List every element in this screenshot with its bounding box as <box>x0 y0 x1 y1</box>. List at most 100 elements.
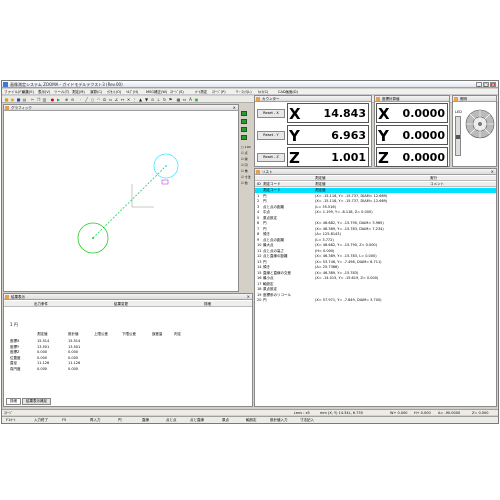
copy-icon[interactable]: ❐ <box>36 97 41 102</box>
graphic-close-icon[interactable]: × <box>233 105 236 110</box>
list-item[interactable]: 11 点と点の高さ (H= 0.000) <box>255 249 496 254</box>
menu-lock[interactable]: Y・ﾛｯｸ(L) <box>236 90 252 95</box>
list-item[interactable]: 15 直線と直線の交差 (X= 46.389, Y= -15.783) <box>255 271 496 276</box>
results-close-icon[interactable]: × <box>247 294 250 299</box>
fkey-6[interactable]: 直線 <box>142 418 149 423</box>
layer-button-2[interactable] <box>241 119 247 124</box>
fkey-10[interactable]: 軸設定 <box>246 418 257 423</box>
list-item[interactable]: 5 原点設定 <box>255 216 496 221</box>
side-label-line[interactable]: ☑ 線 <box>241 157 248 161</box>
text-icon[interactable]: A <box>188 97 193 102</box>
menu-edit[interactable]: 編集(E) <box>22 90 34 95</box>
arc-icon[interactable]: ◠ <box>96 97 101 102</box>
axis-icon[interactable]: ⊥ <box>156 97 161 102</box>
list-item[interactable]: 12 点と直線の距離 (X= 46.389, Y= -15.783, L= 0.00… <box>255 254 496 259</box>
list-item[interactable]: 6 円 (X= 46.682, Y= -15.790, DIAM= 3.965) <box>255 221 496 226</box>
grid-icon[interactable]: ▦ <box>176 97 181 102</box>
list-item[interactable]: 10 最大点 (X= 46.682, Y= -15.790, Z= 0.000) <box>255 243 496 248</box>
fkey-9[interactable]: 原点 <box>222 418 229 423</box>
tab-result-extra[interactable]: 結果表示補足 <box>22 398 51 405</box>
new-icon[interactable]: ■ <box>4 97 9 102</box>
menu-msg[interactable]: MSG補正(W) <box>146 90 167 95</box>
fkey-2[interactable]: 入力終了 <box>34 418 48 423</box>
list-item[interactable]: 1 円 (X= -15.116, Y= -15.737, DIAM= 12.669) <box>255 194 496 199</box>
reset-x-button[interactable]: Reset - X <box>257 109 285 118</box>
side-label-circle[interactable]: ☑ 円 <box>241 163 248 167</box>
graphic-canvas[interactable] <box>4 111 238 291</box>
list-close-icon[interactable]: × <box>491 169 494 174</box>
list-item[interactable]: 18 原点設定 <box>255 287 496 292</box>
fkey-5[interactable]: 円 <box>118 418 122 423</box>
fkey-7[interactable]: 点と点 <box>166 418 177 423</box>
list-item[interactable]: 4 中点 (X= 1.199, Y= -8.118, Z= 0.000) <box>255 210 496 215</box>
layer-button-4[interactable] <box>241 135 247 140</box>
fkey-4[interactable]: 再入力 <box>90 418 101 423</box>
max-icon[interactable]: ▲ <box>138 97 143 102</box>
zoom-in-icon[interactable]: ⊕ <box>64 97 69 102</box>
reset-z-button[interactable]: Reset - Z <box>257 153 285 162</box>
title-bar[interactable]: 画像測定システム ZOOMA - ガイドモデルテクスト3 (Rev.00) _ … <box>2 81 498 88</box>
distance-icon[interactable]: ↔ <box>120 97 125 102</box>
fkey-11[interactable]: 設計値入力 <box>270 418 288 423</box>
tab-detail[interactable]: 詳細 <box>6 398 21 405</box>
menu-calc[interactable]: 演算(C) <box>90 90 102 95</box>
list-item[interactable]: 14 傾き (A= 25.7366) <box>255 265 496 270</box>
list-item[interactable]: 9 点と点の距離 (L= 3.772) <box>255 238 496 243</box>
maximize-icon[interactable]: □ <box>483 82 489 87</box>
circle-icon[interactable]: ○ <box>90 97 95 102</box>
result-change-button[interactable]: 結果変更 <box>114 302 128 307</box>
brightness-slider[interactable] <box>455 116 461 156</box>
list-item[interactable]: 測定コード 測定値 <box>255 188 496 193</box>
list-item[interactable]: 7 円 (X= 46.389, Y= -15.783, DIAM= 7.234) <box>255 227 496 232</box>
paste-icon[interactable]: ▥ <box>42 97 47 102</box>
list-item[interactable]: 13 円 (X= 53.746, Y= -7.498, DIAM= 6.711) <box>255 260 496 265</box>
fkey-1[interactable]: F1ｵｰﾄ <box>6 418 16 423</box>
origin-icon[interactable]: ⊙ <box>150 97 155 102</box>
stop-icon[interactable]: ● <box>50 97 55 102</box>
open-icon[interactable]: ▣ <box>10 97 15 102</box>
fkey-3[interactable]: F5 <box>62 418 66 422</box>
min-icon[interactable]: ▼ <box>144 97 149 102</box>
flag-icon[interactable]: ⚑ <box>168 97 173 102</box>
list-item[interactable]: 16 最小点 (X= -14.015, Y= -15.619, Z= 0.000) <box>255 276 496 281</box>
close-icon[interactable]: × <box>490 82 496 87</box>
ring-light-dial[interactable] <box>464 108 496 140</box>
list-item[interactable]: 3 点と点の距離 (L= 35.516) <box>255 205 496 210</box>
reset-y-button[interactable]: Reset - Y <box>257 131 285 140</box>
menu-stage-p[interactable]: ｽﾃｰｼﾞ(P) <box>212 90 226 95</box>
output-condition-button[interactable]: 出力条件 <box>34 302 48 307</box>
line-icon[interactable]: ╱ <box>84 97 89 102</box>
cut-icon[interactable]: ✂ <box>30 97 35 102</box>
list-item[interactable]: 17 軸設定 <box>255 282 496 287</box>
side-label-other[interactable]: ☑ 他 <box>241 181 248 185</box>
point-icon[interactable]: · <box>78 97 83 102</box>
minimize-icon[interactable]: _ <box>476 82 482 87</box>
mid-icon[interactable]: ⋮ <box>132 97 137 102</box>
ellipse-icon[interactable]: ⬭ <box>102 97 107 102</box>
menu-file[interactable]: ファイル(F) <box>4 90 23 95</box>
menu-measure[interactable]: 測定(M) <box>72 90 85 95</box>
dimension-icon[interactable]: ⇔ <box>182 97 187 102</box>
slider-thumb[interactable] <box>456 135 460 139</box>
camera-icon[interactable]: ▣ <box>194 97 199 102</box>
angle-icon[interactable]: ∠ <box>114 97 119 102</box>
fkey-8[interactable]: 点と直線 <box>190 418 204 423</box>
layer-button-3[interactable] <box>241 127 247 132</box>
fkey-12[interactable]: 寸法記入 <box>300 418 314 423</box>
cross-icon[interactable]: ✕ <box>126 97 131 102</box>
menu-help[interactable]: ﾍﾙﾌﾟ(H) <box>126 90 138 95</box>
rect-icon[interactable]: ▭ <box>108 97 113 102</box>
print-icon[interactable]: ▤ <box>22 97 27 102</box>
list-item[interactable]: 19 座標系のリコール <box>255 293 496 298</box>
menu-auto[interactable]: ｵｰﾄ測定 <box>195 90 207 95</box>
side-label-dim[interactable]: ☑ 寸法 <box>241 175 251 179</box>
layer-button-1[interactable] <box>241 111 247 116</box>
zoom-out-icon[interactable]: ⊖ <box>70 97 75 102</box>
side-label-100[interactable]: □ 100 <box>241 145 251 149</box>
menu-tool[interactable]: ツール(T) <box>54 90 69 95</box>
menu-stage[interactable]: ｽﾃｰｼﾞ(S) <box>170 90 184 95</box>
side-label-angle[interactable]: ☑ 角 <box>241 169 248 173</box>
list-item[interactable]: 8 傾き (A= 125.8143) <box>255 232 496 237</box>
list-item[interactable]: 20 円 (X= 57.971, Y= -7.849, DIAM= 3.700) <box>255 298 496 303</box>
menu-offset[interactable]: ｵﾌｾｯﾄ(O) <box>107 90 121 95</box>
